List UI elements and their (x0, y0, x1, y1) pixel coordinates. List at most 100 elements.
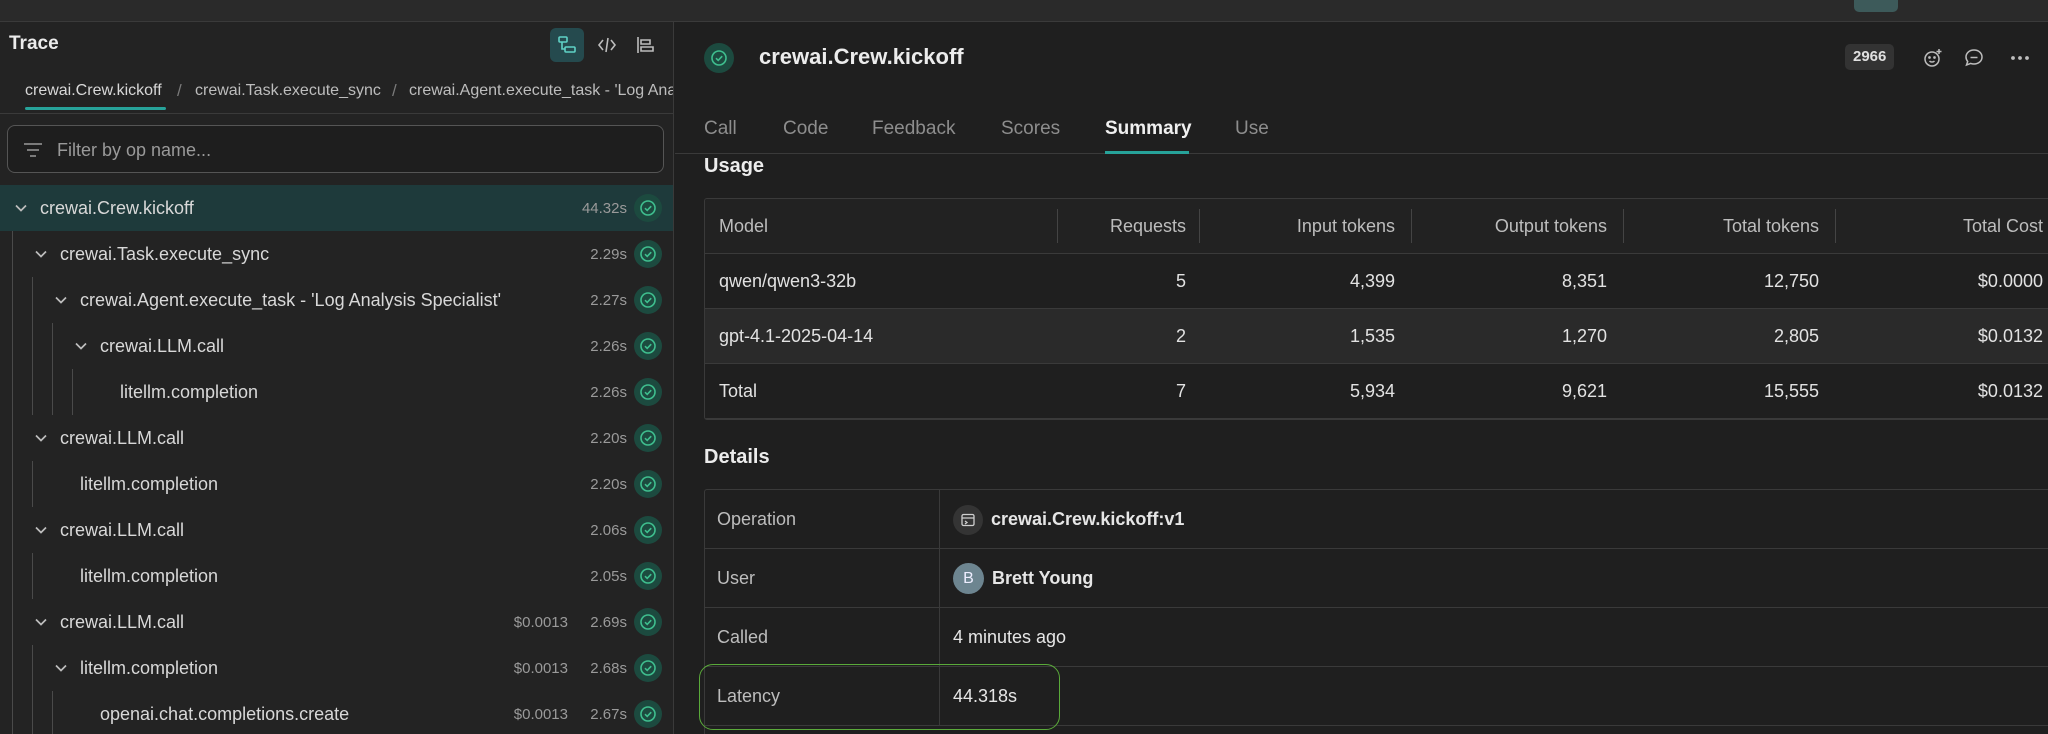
emoji-add-icon (1924, 49, 1942, 67)
usage-column-header[interactable]: Total Cost (1839, 199, 2043, 253)
tab-use[interactable]: Use (1235, 118, 1269, 140)
tab-feedback[interactable]: Feedback (872, 118, 955, 140)
tree-row[interactable]: crewai.LLM.call 2.06s (0, 507, 673, 553)
tree-row-duration: 2.68s (590, 660, 627, 677)
count-badge: 2966 (1845, 44, 1895, 70)
tree-row-duration: 2.20s (590, 476, 627, 493)
status-success-icon (634, 654, 662, 682)
table-cell: $0.0132 (1977, 380, 2043, 401)
tree-row-label: litellm.completion (80, 658, 219, 678)
tree-row[interactable]: openai.chat.completions.create $0.0013 2.6… (0, 691, 673, 734)
filter-icon (24, 143, 42, 157)
tree-row[interactable]: crewai.LLM.call 2.26s (0, 323, 673, 369)
status-success-icon (634, 562, 662, 590)
tree-guide-line (12, 553, 13, 599)
tree-row[interactable]: litellm.completion 2.05s (0, 553, 673, 599)
status-success-icon (634, 424, 662, 452)
table-cell: 5 (1175, 270, 1186, 291)
tree-guide-line (52, 691, 53, 734)
tree-row[interactable]: crewai.Crew.kickoff 44.32s (0, 185, 673, 231)
breadcrumb-separator: / (392, 81, 397, 100)
chevron-down-icon[interactable] (72, 337, 90, 355)
chevron-down-icon[interactable] (32, 245, 50, 263)
user-name[interactable]: Brett Young (992, 568, 1093, 589)
chevron-down-icon[interactable] (52, 291, 70, 309)
column-resize-handle[interactable] (1835, 209, 1836, 243)
tab-call[interactable]: Call (704, 118, 737, 140)
more-icon (2011, 56, 2029, 60)
details-key: User (705, 549, 940, 608)
chevron-down-icon[interactable] (32, 521, 50, 539)
code-icon (597, 37, 617, 53)
table-cell: 5,934 (1349, 380, 1395, 401)
tab-code[interactable]: Code (783, 118, 828, 140)
tab-scores[interactable]: Scores (1001, 118, 1060, 140)
tree-row[interactable]: crewai.Agent.execute_task - 'Log Analysi… (0, 277, 673, 323)
more-options-button[interactable] (2004, 42, 2036, 74)
filter-input[interactable] (57, 137, 647, 163)
tree-row[interactable]: litellm.completion $0.0013 2.68s (0, 645, 673, 691)
details-row-operation: Operation crewai.Crew.kickoff:v1 (705, 490, 2048, 549)
column-resize-handle[interactable] (1411, 209, 1412, 243)
breadcrumb-separator: / (177, 81, 182, 100)
active-tab-indicator (1105, 151, 1189, 154)
tree-guide-line (52, 369, 53, 415)
usage-column-header[interactable]: Model (719, 199, 768, 253)
status-success-icon (634, 240, 662, 268)
tree-view-button[interactable] (550, 28, 584, 62)
usage-heading: Usage (704, 155, 765, 177)
usage-column-header[interactable]: Input tokens (1203, 199, 1395, 253)
breadcrumb-item[interactable]: crewai.Task.execute_sync (195, 82, 381, 100)
column-resize-handle[interactable] (1623, 209, 1624, 243)
tree-row-cost: $0.0013 (513, 614, 568, 631)
top-strip-handle[interactable] (1854, 0, 1898, 12)
chevron-down-icon[interactable] (52, 659, 70, 677)
tree-row[interactable]: crewai.LLM.call 2.20s (0, 415, 673, 461)
tree-row[interactable]: crewai.LLM.call $0.0013 2.69s (0, 599, 673, 645)
chevron-down-icon[interactable] (32, 429, 50, 447)
tree-row-label: crewai.Crew.kickoff (40, 198, 194, 218)
code-view-button[interactable] (590, 28, 624, 62)
tree-guide-line (32, 369, 33, 415)
usage-column-header[interactable]: Output tokens (1415, 199, 1607, 253)
tree-row-label: openai.chat.completions.create (100, 704, 350, 724)
details-value: B Brett Young (940, 549, 1093, 608)
breadcrumb-item[interactable]: crewai.Crew.kickoff (25, 82, 162, 100)
chevron-down-icon[interactable] (12, 199, 30, 217)
usage-column-header[interactable]: Total tokens (1627, 199, 1819, 253)
add-reaction-button[interactable] (1917, 42, 1949, 74)
column-resize-handle[interactable] (1057, 209, 1058, 243)
tree-row-label: crewai.LLM.call (60, 612, 185, 632)
comment-button[interactable] (1958, 42, 1990, 74)
tree-row-label: crewai.LLM.call (60, 520, 185, 540)
detail-tabs: Call Code Feedback Scores Summary Use (675, 92, 2048, 154)
tree-guide-line (12, 231, 13, 277)
tree-view-icon (558, 36, 576, 53)
tab-summary[interactable]: Summary (1105, 118, 1192, 140)
table-cell: qwen/qwen3-32b (719, 270, 857, 291)
tree-guide-line (12, 599, 13, 645)
details-key: Called (705, 608, 940, 667)
tree-guide-line (12, 369, 13, 415)
details-row-user: User B Brett Young (705, 549, 2048, 608)
usage-column-header[interactable]: Requests (1061, 199, 1186, 253)
tree-guide-line (32, 645, 33, 691)
tree-row-label: crewai.LLM.call (60, 428, 185, 448)
column-resize-handle[interactable] (1199, 209, 1200, 243)
tree-guide-line (12, 323, 13, 369)
filter-box (7, 125, 664, 173)
tree-row[interactable]: crewai.Task.execute_sync 2.29s (0, 231, 673, 277)
status-success-icon (634, 378, 662, 406)
tree-row-label: crewai.Task.execute_sync (60, 244, 270, 264)
tree-row[interactable]: litellm.completion 2.26s (0, 369, 673, 415)
breadcrumb-item[interactable]: crewai.Agent.execute_task - 'Log Ana (409, 82, 673, 100)
usage-table: Model Requests Input tokens Output tokens To… (704, 198, 2048, 420)
timeline-view-button[interactable] (628, 28, 662, 62)
chevron-down-icon[interactable] (32, 613, 50, 631)
tree-row-duration: 2.29s (590, 246, 627, 263)
operation-link[interactable]: crewai.Crew.kickoff:v1 (991, 509, 1184, 530)
table-row: Total 7 5,934 9,621 15,555 $0.0132 (705, 364, 2048, 419)
tree-row-duration: 2.20s (590, 430, 627, 447)
tree-row[interactable]: litellm.completion 2.20s (0, 461, 673, 507)
usage-header-row: Model Requests Input tokens Output tokens To… (705, 199, 2048, 254)
